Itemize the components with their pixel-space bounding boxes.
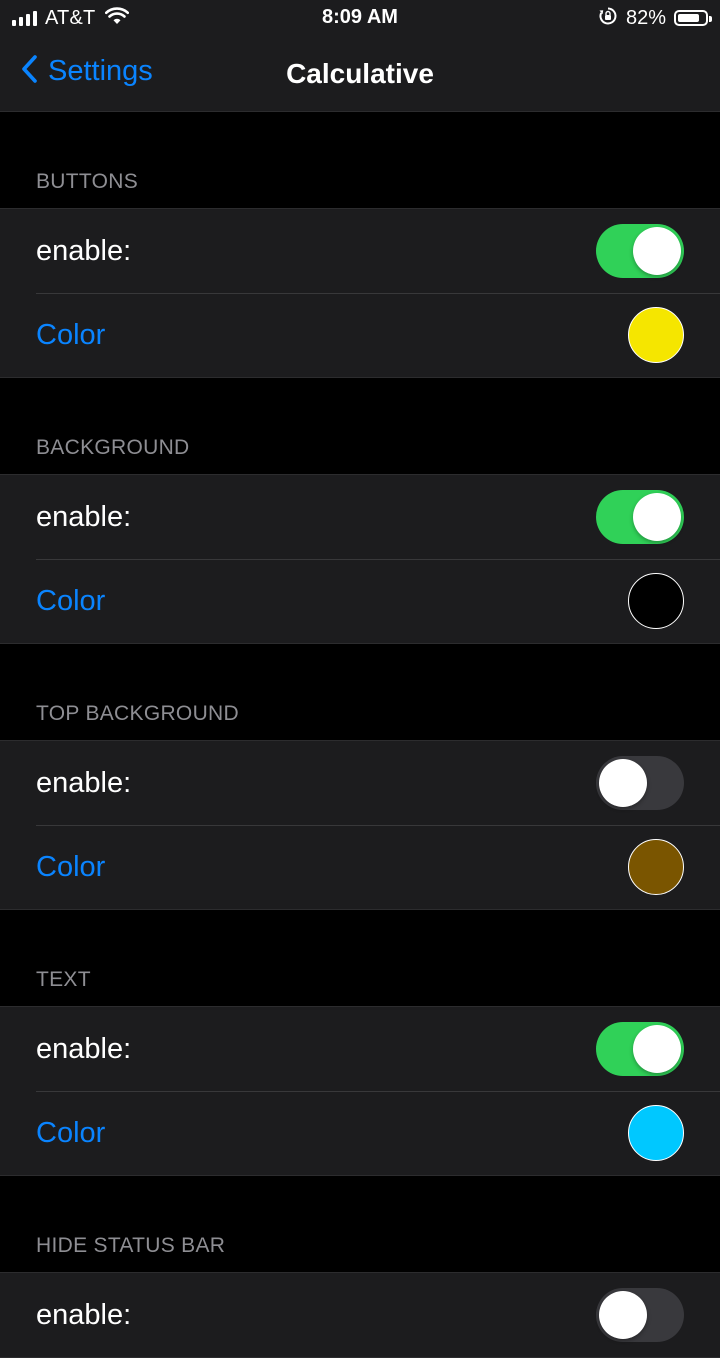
toggle-knob bbox=[633, 227, 681, 275]
section-group-top-background: enable: Color bbox=[0, 740, 720, 910]
settings-list: BUTTONS enable: Color BACKGROUND enable:… bbox=[0, 112, 720, 1358]
battery-percent: 82% bbox=[625, 6, 666, 29]
enable-toggle[interactable] bbox=[596, 224, 684, 278]
toggle-knob bbox=[599, 1291, 647, 1339]
section-header-background: BACKGROUND bbox=[36, 436, 190, 459]
enable-row: enable: bbox=[0, 741, 720, 825]
section-header-top-background: TOP BACKGROUND bbox=[36, 702, 239, 725]
enable-row: enable: bbox=[0, 1007, 720, 1091]
section-header-buttons: BUTTONS bbox=[36, 170, 139, 193]
color-link[interactable]: Color bbox=[36, 851, 105, 884]
enable-toggle[interactable] bbox=[596, 490, 684, 544]
color-swatch[interactable] bbox=[628, 573, 684, 629]
color-row[interactable]: Color bbox=[0, 825, 720, 909]
enable-toggle[interactable] bbox=[596, 1022, 684, 1076]
color-link[interactable]: Color bbox=[36, 319, 105, 352]
status-bar: AT&T 8:09 AM 82% bbox=[0, 0, 720, 36]
color-row[interactable]: Color bbox=[0, 559, 720, 643]
toggle-knob bbox=[633, 493, 681, 541]
toggle-knob bbox=[633, 1025, 681, 1073]
section-group-background: enable: Color bbox=[0, 474, 720, 644]
enable-label: enable: bbox=[36, 234, 132, 267]
enable-toggle[interactable] bbox=[596, 756, 684, 810]
enable-row: enable: bbox=[0, 475, 720, 559]
section-header-text: TEXT bbox=[36, 968, 91, 991]
enable-row: enable: bbox=[0, 209, 720, 293]
section-group-buttons: enable: Color bbox=[0, 208, 720, 378]
color-swatch[interactable] bbox=[628, 839, 684, 895]
enable-label: enable: bbox=[36, 1032, 132, 1065]
color-row[interactable]: Color bbox=[0, 1091, 720, 1175]
enable-label: enable: bbox=[36, 766, 132, 799]
enable-label: enable: bbox=[36, 500, 132, 533]
enable-row: enable: bbox=[0, 1273, 720, 1357]
section-group-text: enable: Color bbox=[0, 1006, 720, 1176]
toggle-knob bbox=[599, 759, 647, 807]
color-swatch[interactable] bbox=[628, 307, 684, 363]
color-link[interactable]: Color bbox=[36, 1117, 105, 1150]
color-swatch[interactable] bbox=[628, 1105, 684, 1161]
enable-toggle[interactable] bbox=[596, 1288, 684, 1342]
status-bar-right: 82% bbox=[598, 6, 712, 31]
enable-label: enable: bbox=[36, 1298, 132, 1331]
color-row[interactable]: Color bbox=[0, 293, 720, 377]
navigation-bar: Settings Calculative bbox=[0, 36, 720, 112]
orientation-lock-icon bbox=[598, 6, 618, 31]
battery-icon bbox=[674, 10, 712, 26]
section-group-hide-status-bar: enable: bbox=[0, 1272, 720, 1358]
color-link[interactable]: Color bbox=[36, 585, 105, 618]
page-title: Calculative bbox=[286, 58, 434, 89]
section-header-hide-status-bar: HIDE STATUS BAR bbox=[36, 1234, 226, 1257]
